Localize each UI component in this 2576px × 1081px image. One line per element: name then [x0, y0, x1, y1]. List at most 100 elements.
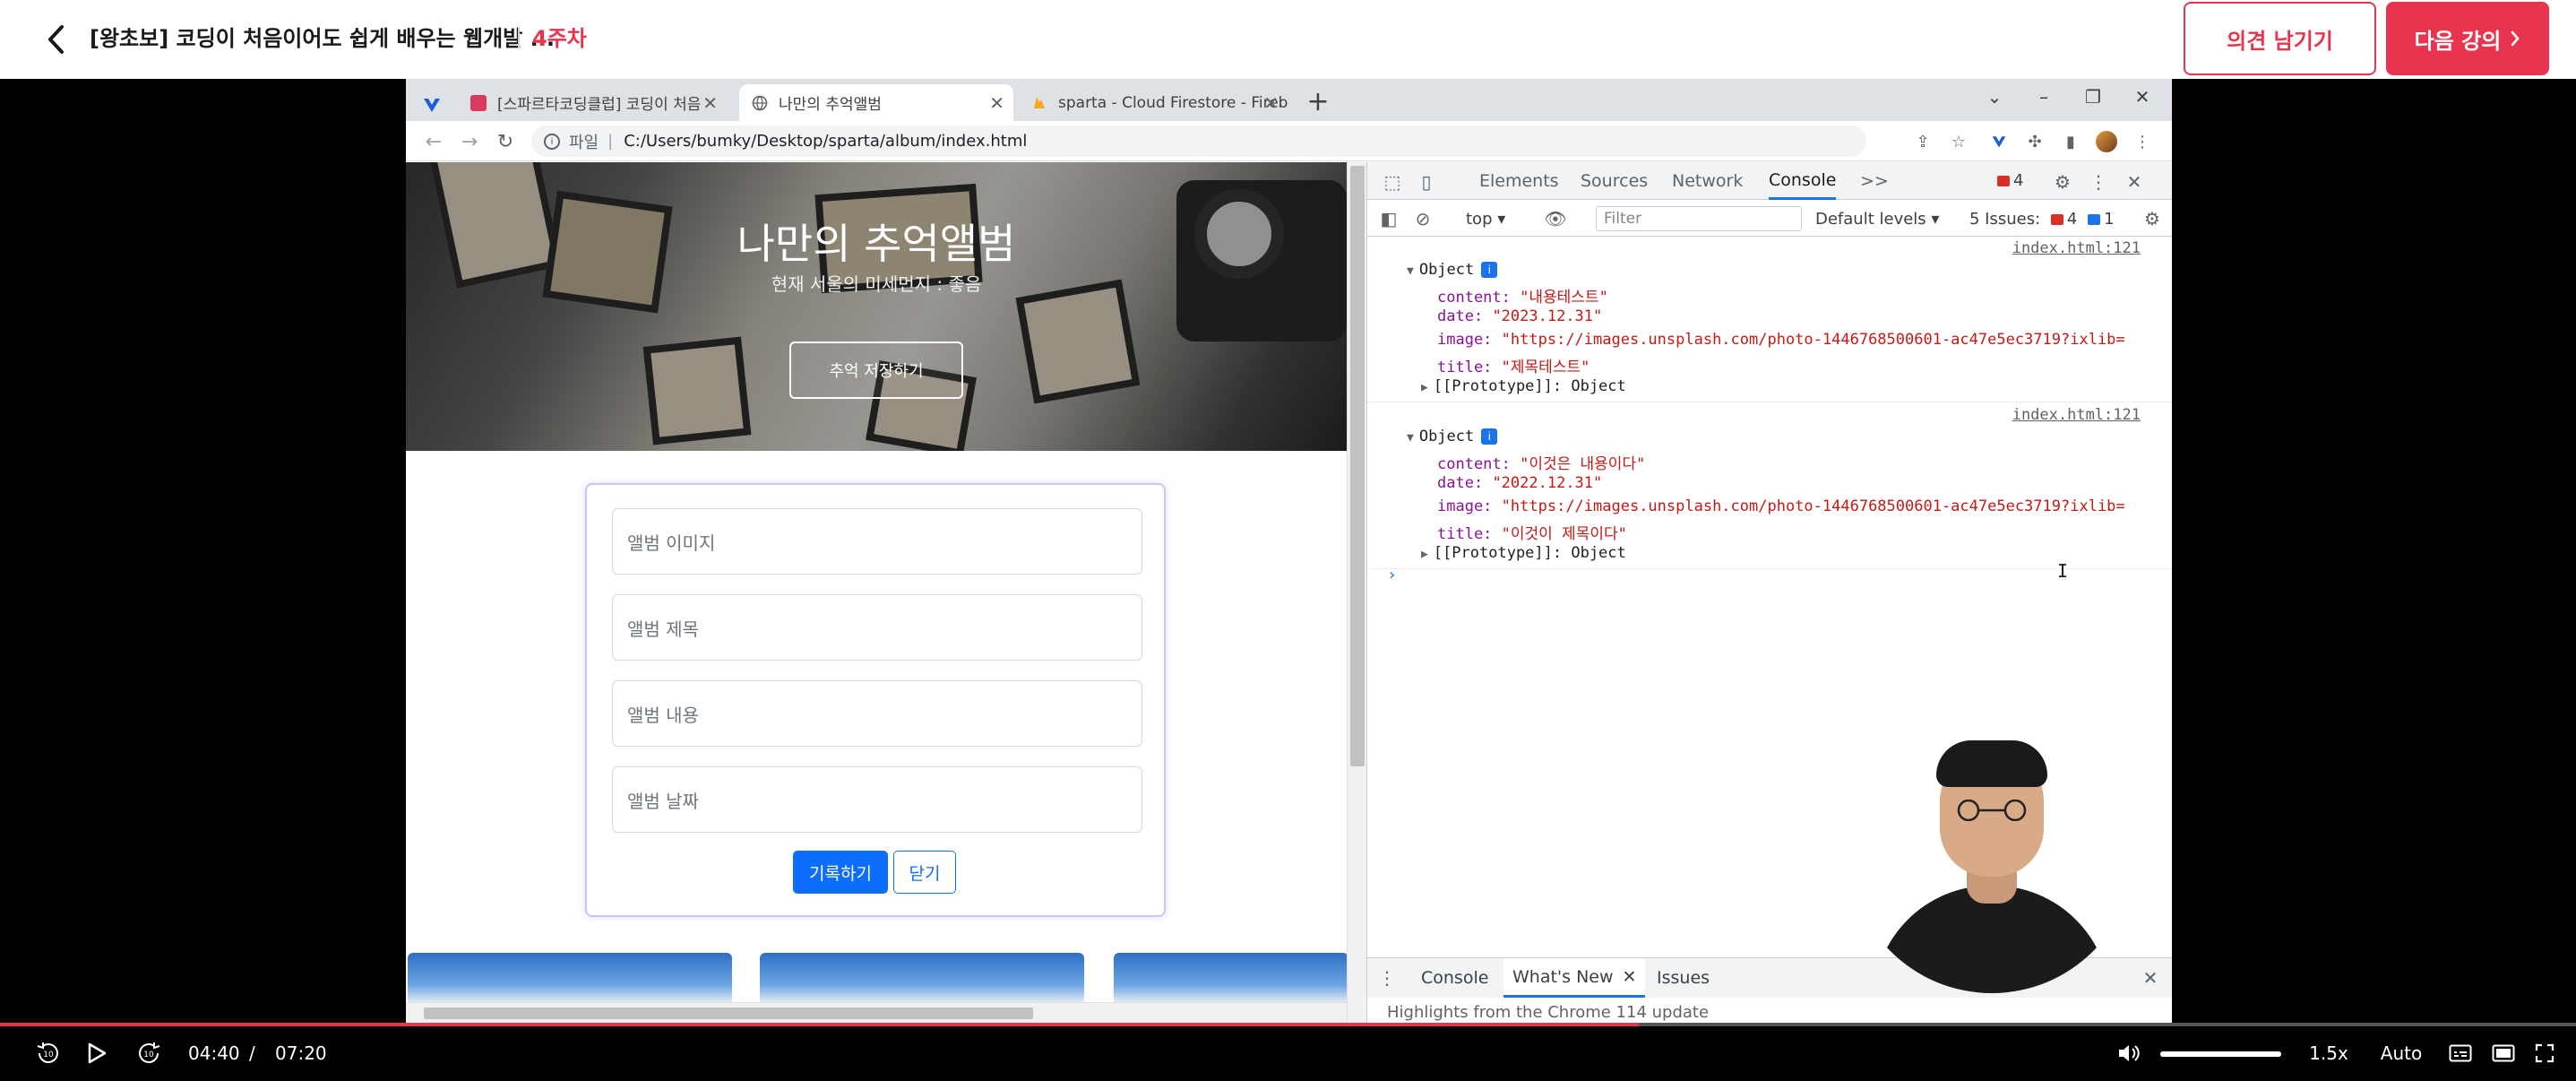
eye-icon[interactable]: 👁 [1543, 206, 1568, 231]
album-content-input[interactable]: 앨범 내용 [612, 680, 1142, 747]
close-button[interactable]: 닫기 [893, 851, 956, 894]
album-image-input[interactable]: 앨범 이미지 [612, 508, 1142, 575]
record-button[interactable]: 기록하기 [793, 851, 888, 894]
web-page: 나만의 추억앨범 현재 서울의 미세먼지 : 좋음 추억 저장하기 앨범 이미지… [406, 162, 1347, 1023]
album-date-input[interactable]: 앨범 날짜 [612, 766, 1142, 833]
sidepanel-icon[interactable]: ▮ [2059, 130, 2082, 153]
error-badge[interactable]: 4 [1997, 171, 2023, 190]
gear-icon[interactable]: ⚙ [2140, 206, 2165, 231]
close-icon[interactable]: ✕ [989, 92, 1004, 114]
window-close-button[interactable]: ✕ [2117, 79, 2167, 115]
log-source-link[interactable]: index.html:121 [2012, 239, 2141, 257]
tab-sparta-coding[interactable]: [스파르타코딩클럽] 코딩이 처음 ✕ [458, 84, 727, 121]
more-tabs-icon[interactable]: >> [1860, 162, 1889, 200]
globe-icon [752, 95, 768, 111]
close-icon[interactable]: ✕ [2122, 169, 2147, 195]
forward-arrow-icon[interactable]: → [454, 126, 485, 157]
close-icon[interactable]: ✕ [702, 92, 718, 114]
kebab-menu-icon[interactable]: ⋮ [1374, 965, 1400, 990]
v-logo-icon [424, 98, 440, 112]
issues-button[interactable]: 5 Issues: 4 1 [1969, 210, 2115, 229]
log-source-link[interactable]: index.html:121 [2012, 406, 2141, 424]
address-bar[interactable]: i 파일 | C:/Users/bumky/Desktop/sparta/alb… [531, 125, 1866, 157]
tab-label: sparta - Cloud Firestore - Firebas [1058, 93, 1288, 112]
tab-memory-album[interactable]: 나만의 추억앨범 ✕ [739, 84, 1013, 121]
drawer-tab-whats-new[interactable]: What's New ✕ [1503, 958, 1646, 998]
volume-slider[interactable] [2160, 1051, 2281, 1057]
puzzle-icon[interactable]: ✣ [2023, 130, 2046, 153]
tab-firestore[interactable]: sparta - Cloud Firestore - Firebas ✕ [1019, 84, 1288, 121]
back-button[interactable] [36, 20, 75, 59]
avatar[interactable] [2095, 130, 2118, 153]
object-toggle[interactable]: ▼ Object i [1407, 261, 1498, 279]
info-icon: i [1481, 262, 1498, 278]
prototype-toggle[interactable]: ▶ [[Prototype]]: Object [1421, 377, 1626, 395]
tab-sources[interactable]: Sources [1581, 162, 1648, 200]
prototype-label: [[Prototype]]: Object [1433, 377, 1626, 395]
kebab-menu-icon[interactable]: ⋮ [2131, 130, 2154, 153]
reload-icon[interactable]: ↻ [490, 126, 521, 157]
context-label: top [1466, 210, 1493, 229]
clear-console-icon[interactable]: ⊘ [1410, 206, 1435, 231]
close-icon[interactable]: ✕ [1263, 92, 1279, 114]
vertical-scrollbar[interactable] [1347, 162, 1366, 1023]
skip-forward-button[interactable]: 10 [131, 1035, 167, 1071]
expanded-triangle-icon: ▼ [1407, 431, 1414, 445]
filter-input[interactable]: Filter [1596, 206, 1802, 231]
issues-label: 5 Issues: [1969, 210, 2041, 229]
tab-search-icon[interactable] [422, 86, 449, 123]
next-lecture-button[interactable]: 다음 강의 [2386, 2, 2549, 75]
close-icon[interactable]: ✕ [2138, 965, 2163, 990]
browser-toolbar: ← → ↻ i 파일 | C:/Users/bumky/Desktop/spar… [406, 121, 2172, 161]
instructor-webcam [1848, 706, 2135, 993]
inspect-icon[interactable]: ⬚ [1380, 169, 1405, 195]
star-icon[interactable]: ☆ [1947, 130, 1970, 153]
theater-mode-button[interactable] [2487, 1035, 2520, 1071]
album-title-input[interactable]: 앨범 제목 [612, 594, 1142, 661]
extension-v-icon[interactable] [1987, 130, 2011, 153]
kebab-menu-icon[interactable]: ⋮ [2086, 169, 2111, 195]
tab-search-chevron-icon[interactable]: ⌄ [1969, 79, 2020, 115]
video-frame[interactable]: [스파르타코딩클럽] 코딩이 처음 ✕ 나만의 추억앨범 ✕ sparta - … [0, 79, 2576, 1023]
sidebar-toggle-icon[interactable]: ◧ [1376, 206, 1401, 231]
scroll-thumb[interactable] [424, 1007, 1033, 1019]
svg-text:10: 10 [143, 1051, 154, 1059]
restore-button[interactable]: ❐ [2068, 79, 2118, 115]
back-arrow-icon[interactable]: ← [418, 126, 449, 157]
scroll-thumb[interactable] [1350, 166, 1365, 766]
feedback-button[interactable]: 의견 남기기 [2184, 2, 2376, 75]
tab-elements[interactable]: Elements [1479, 162, 1559, 200]
device-toolbar-icon[interactable]: ▯ [1414, 169, 1439, 195]
log-property: date: "2023.12.31" [1437, 307, 1602, 325]
play-button[interactable] [79, 1035, 115, 1071]
minimize-button[interactable]: – [2019, 79, 2069, 115]
property-key: content: [1437, 289, 1511, 307]
volume-button[interactable] [2113, 1035, 2145, 1071]
time-separator: / [249, 1042, 255, 1064]
tab-network[interactable]: Network [1672, 162, 1743, 200]
drawer-tab-console[interactable]: Console [1421, 958, 1488, 998]
dropdown-icon: ▾ [1497, 210, 1506, 229]
gear-icon[interactable]: ⚙ [2050, 169, 2075, 195]
prototype-toggle[interactable]: ▶ [[Prototype]]: Object [1421, 544, 1626, 562]
new-tab-button[interactable]: + [1300, 84, 1336, 118]
fullscreen-button[interactable] [2529, 1035, 2561, 1071]
console-prompt[interactable]: › [1387, 566, 1397, 584]
context-selector[interactable]: top ▾ [1466, 210, 1505, 229]
error-count: 4 [2013, 171, 2024, 190]
console-log-entry: index.html:121 ▼ Object i content: "내용테스트"… [1367, 238, 2172, 402]
share-icon[interactable]: ⇪ [1911, 130, 1934, 153]
skip-back-button[interactable]: 10 [30, 1035, 66, 1071]
drawer-tab-issues[interactable]: Issues [1657, 958, 1710, 998]
horizontal-scrollbar[interactable] [406, 1002, 1347, 1023]
speed-button[interactable]: 1.5x [2306, 1035, 2351, 1071]
subtitles-button[interactable] [2444, 1035, 2477, 1071]
object-toggle[interactable]: ▼ Object i [1407, 428, 1498, 445]
log-levels-dropdown[interactable]: Default levels ▾ [1815, 210, 1939, 229]
save-memory-button[interactable]: 추억 저장하기 [789, 342, 963, 399]
close-icon[interactable]: ✕ [1623, 967, 1637, 987]
progress-bar[interactable] [0, 1023, 2576, 1026]
property-value: "이것이 제목이다" [1501, 525, 1627, 543]
tab-console[interactable]: Console [1769, 162, 1837, 200]
quality-button[interactable]: Auto [2379, 1035, 2424, 1071]
